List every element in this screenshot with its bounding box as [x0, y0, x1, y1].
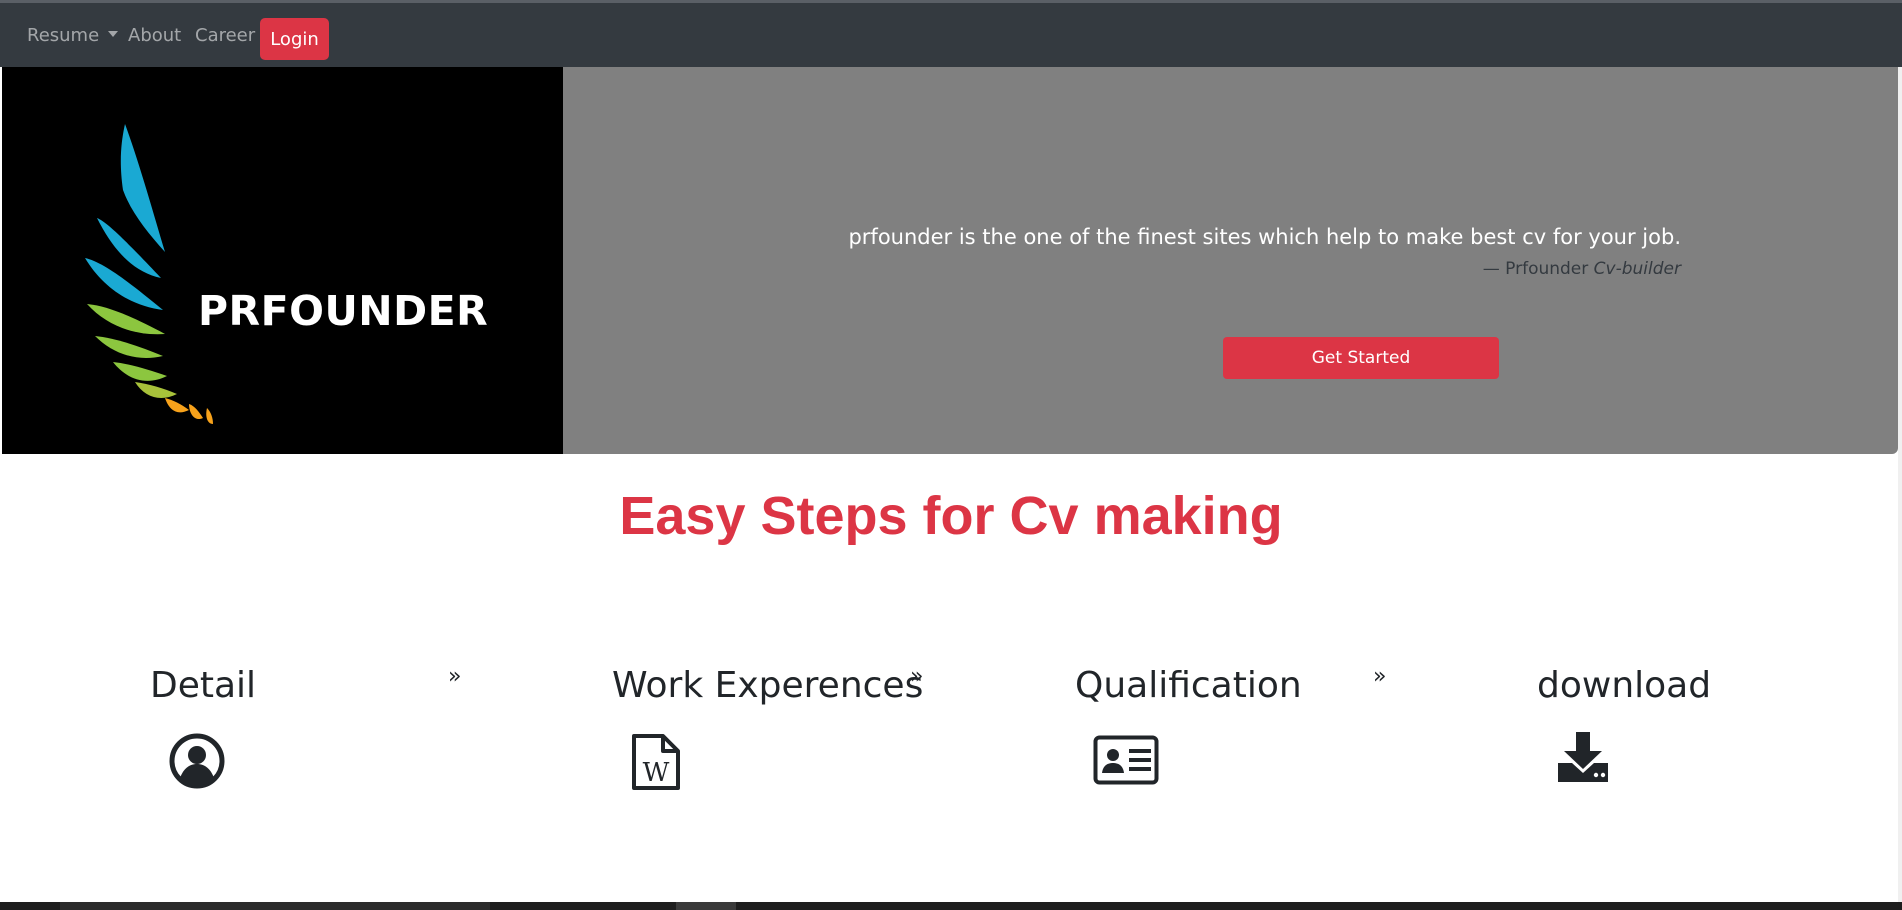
nav-career-link[interactable]: Career — [195, 25, 255, 46]
caret-down-icon — [108, 31, 119, 37]
login-button[interactable]: Login — [260, 18, 329, 60]
steps-section-title: Easy Steps for Cv making — [619, 486, 1283, 546]
step-separator-icon: » — [448, 664, 462, 689]
wing-logo-icon — [85, 124, 213, 424]
step-work-title: Work Experences — [612, 665, 924, 706]
taskbar-segment — [676, 902, 736, 910]
get-started-button[interactable]: Get Started — [1223, 337, 1499, 379]
nav-about-link[interactable]: About — [128, 25, 181, 46]
nav-resume-label: Resume — [27, 25, 100, 46]
quote-author: — Prfounder — [1482, 259, 1589, 279]
quote-source: Cv-builder — [1593, 259, 1681, 279]
word-file-icon: W — [632, 734, 680, 790]
top-navbar: Resume About Career Login — [0, 3, 1902, 67]
logo-wordmark: PRFOUNDER — [198, 287, 489, 335]
hero-quote: prfounder is the one of the finest sites… — [848, 225, 1681, 249]
step-qualification-title: Qualification — [1075, 665, 1302, 706]
scrollbar-track[interactable] — [1898, 67, 1902, 902]
nav-resume-dropdown[interactable]: Resume — [27, 25, 119, 46]
user-circle-icon — [169, 733, 225, 789]
step-separator-icon: » — [1373, 664, 1387, 689]
taskbar-segment — [60, 902, 490, 910]
logo-panel: PRFOUNDER — [2, 67, 563, 454]
id-card-icon — [1093, 735, 1159, 785]
step-separator-icon: » — [910, 664, 924, 689]
hero-banner: PRFOUNDER prfounder is the one of the fi… — [2, 67, 1898, 454]
hero-quote-footer: — Prfounder Cv-builder — [1483, 259, 1681, 279]
taskbar-strip — [0, 902, 1902, 910]
step-detail-title: Detail — [150, 665, 257, 706]
download-icon — [1558, 732, 1608, 782]
svg-text:W: W — [643, 758, 670, 788]
step-download-title: download — [1537, 665, 1712, 706]
